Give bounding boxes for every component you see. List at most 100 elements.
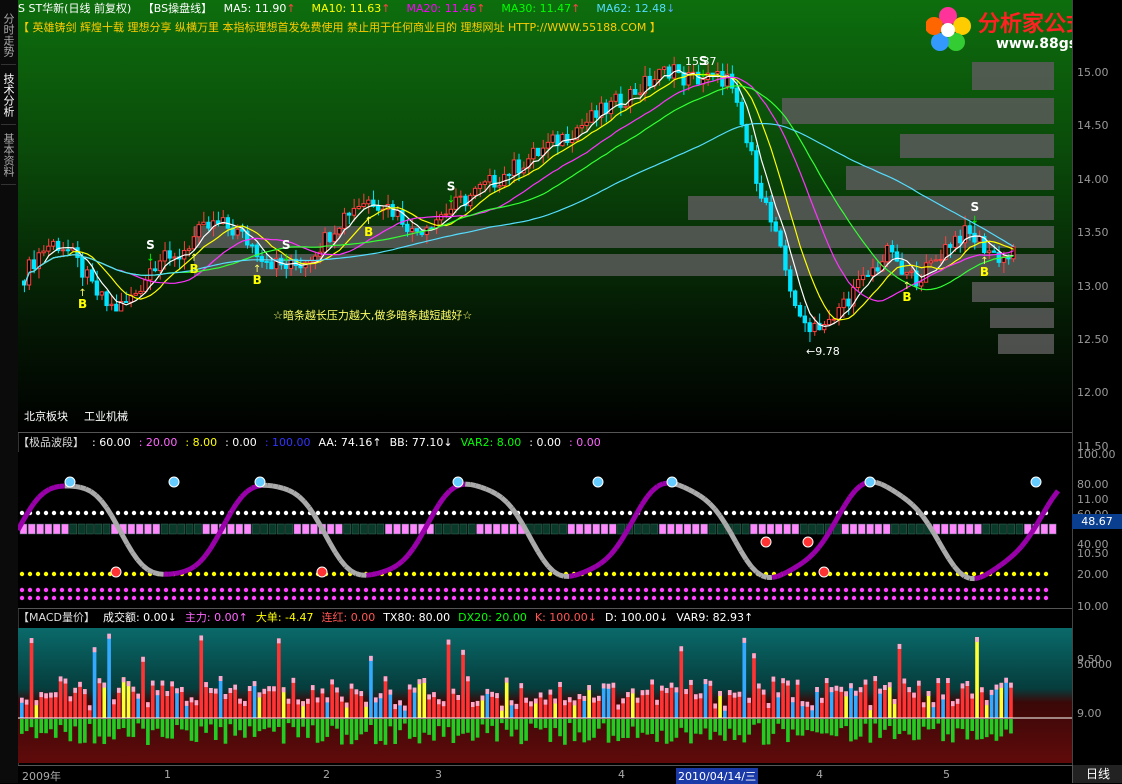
tab-fundamentals[interactable]: 基本资料 (1, 126, 16, 185)
header-item: BB: 77.10↓ (390, 436, 453, 449)
reference-dot (52, 588, 56, 592)
reference-dot (332, 572, 336, 576)
reference-dot (836, 588, 840, 592)
macd-bar (345, 719, 349, 735)
volume-bar-cap (199, 635, 203, 640)
macd-bar (675, 719, 679, 738)
candlestick-chart[interactable]: B↑S↓B↑B↑S↓B↑S↓S↓B↑S↓B↑ (18, 36, 1072, 432)
volume-bar-cap (806, 702, 810, 707)
volume-bar-cap (325, 697, 329, 702)
tab-technical[interactable]: 技术分析 (1, 66, 16, 125)
reference-dot (540, 511, 544, 515)
wave-indicator-chart[interactable] (18, 452, 1072, 608)
reference-dot (716, 572, 720, 576)
trend-arrow-icon: ↑ (476, 2, 485, 15)
wave-segment (112, 516, 117, 525)
volume-bar-cap (728, 690, 732, 695)
reference-dot (740, 588, 744, 592)
candle (595, 111, 598, 118)
wave-segment (252, 486, 257, 488)
volume-bar (999, 683, 1003, 718)
band-block (734, 524, 741, 534)
wave-segment (351, 571, 356, 574)
reference-dot (924, 572, 928, 576)
macd-bar (650, 719, 654, 734)
signal-arrow: ↓ (971, 215, 979, 226)
reference-dot (676, 572, 680, 576)
macd-bar (199, 719, 203, 726)
volume-bar-cap (267, 686, 271, 691)
wave-segment (554, 572, 559, 575)
volume-bar-cap (631, 688, 635, 693)
title-bar: S ST华新(日线 前复权) 【BS操盘线】 MA5: 11.90↑MA10: … (18, 1, 699, 17)
band-block (236, 524, 243, 534)
volume-bar (742, 638, 746, 718)
candle (658, 69, 661, 79)
reference-dot (564, 596, 568, 600)
reference-dot (740, 596, 744, 600)
candle (648, 76, 651, 85)
reference-dot (772, 588, 776, 592)
volume-bar-cap (408, 684, 412, 689)
reference-dot (812, 596, 816, 600)
volume-bar-cap (485, 689, 489, 694)
wave-segment (236, 497, 241, 504)
macd-bar (452, 719, 456, 743)
candle (585, 122, 588, 125)
macd-bar (408, 719, 412, 739)
macd-bar (641, 719, 645, 733)
resistance-bar (998, 334, 1054, 354)
candle (973, 233, 976, 242)
macd-bar (505, 719, 509, 730)
macd-bar (485, 719, 489, 733)
volume-bar-cap (272, 686, 276, 691)
reference-dot (860, 596, 864, 600)
volume-bar-cap (136, 694, 140, 699)
reference-dot (916, 596, 920, 600)
reference-dot (372, 588, 376, 592)
volume-bar-cap (292, 678, 296, 683)
reference-dot (292, 572, 296, 576)
band-block (775, 524, 782, 534)
reference-dot (572, 588, 576, 592)
wave-segment (751, 566, 756, 572)
volume-bars-chart[interactable] (18, 628, 1072, 763)
macd-bar (510, 719, 514, 736)
macd-bar (932, 719, 936, 729)
volume-bar (98, 678, 102, 718)
volume-bar-cap (990, 690, 994, 695)
volume-bar-cap (534, 698, 538, 703)
volume-bar-cap (791, 697, 795, 702)
wave-segment (231, 504, 236, 512)
reference-dot (500, 596, 504, 600)
macd-bar (713, 719, 717, 732)
volume-bar (219, 676, 223, 718)
sell-signal-icon: S↓ (970, 200, 979, 226)
volume-bar-cap (102, 683, 106, 688)
tab-intraday[interactable]: 分时走势 (1, 6, 16, 65)
reference-dot (452, 511, 456, 515)
period-button[interactable]: 日线 (1072, 765, 1122, 783)
reference-dot (476, 511, 480, 515)
volume-bar (975, 637, 979, 718)
wave-segment (372, 574, 377, 575)
date-tick: 3 (435, 768, 442, 781)
band-block (809, 524, 816, 534)
macd-bar (267, 719, 271, 728)
reference-dot (268, 588, 272, 592)
wave-segment (1011, 552, 1016, 557)
reference-dot (836, 572, 840, 576)
volume-bar-cap (461, 650, 465, 655)
macd-bar (742, 719, 746, 742)
reference-dot (124, 588, 128, 592)
reference-dot (52, 572, 56, 576)
volume-bar-cap (951, 701, 955, 706)
reference-dot (524, 572, 528, 576)
wave-segment (476, 486, 481, 488)
reference-dot (572, 596, 576, 600)
reference-dot (140, 511, 144, 515)
reference-dot (820, 596, 824, 600)
macd-bar (636, 719, 640, 738)
macd-bar (529, 719, 533, 724)
candle (580, 126, 583, 128)
